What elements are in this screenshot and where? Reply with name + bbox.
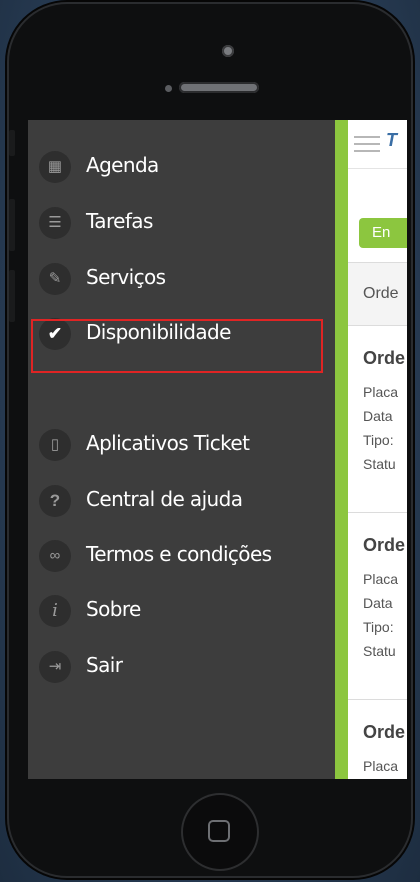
order-field: Tipo: <box>363 432 394 448</box>
menu-item-label: Agenda <box>86 153 159 177</box>
glasses-icon: ∞ <box>39 540 71 572</box>
menu-item-label: Aplicativos Ticket <box>86 431 250 455</box>
order-field: Statu <box>363 643 396 659</box>
checklist-icon: ☰ <box>39 207 71 239</box>
exit-icon: ⇥ <box>39 651 71 683</box>
divider <box>348 168 407 169</box>
order-field: Placa <box>363 758 399 774</box>
volume-up-button <box>9 199 15 251</box>
info-icon: i <box>39 595 71 627</box>
home-square-icon <box>208 820 230 842</box>
list-item[interactable]: Orde Placa <box>348 700 407 779</box>
front-camera <box>222 45 234 57</box>
phone-frame: ▦ Agenda ☰ Tarefas ✎ Serviços ✔ Disponib… <box>7 2 413 878</box>
list-item[interactable]: Orde Placa Data Tipo: Statu <box>348 326 407 512</box>
mute-switch <box>9 130 15 156</box>
menu-item-central-de-ajuda[interactable]: ? Central de ajuda <box>28 474 335 526</box>
menu-item-label: Termos e condições <box>86 542 272 566</box>
order-field: Placa <box>363 384 399 400</box>
order-field: Statu <box>363 456 396 472</box>
hamburger-menu-icon[interactable] <box>354 136 380 154</box>
selection-highlight <box>31 319 323 373</box>
list-item[interactable]: Orde Placa Data Tipo: Statu <box>348 513 407 699</box>
order-title: Orde <box>363 722 406 742</box>
menu-item-label: Central de ajuda <box>86 487 243 511</box>
order-title: Orde <box>363 348 406 368</box>
volume-down-button <box>9 270 15 322</box>
order-title: Orde <box>363 535 406 555</box>
proximity-sensor <box>165 85 172 92</box>
order-field: Tipo: <box>363 619 394 635</box>
phone-icon: ▯ <box>39 429 71 461</box>
home-button[interactable] <box>181 793 259 871</box>
menu-item-servicos[interactable]: ✎ Serviços <box>28 252 335 304</box>
order-field: Placa <box>363 571 399 587</box>
calendar-icon: ▦ <box>39 151 71 183</box>
earpiece-speaker <box>179 82 259 93</box>
drawer-edge-accent <box>335 120 348 779</box>
wrench-icon: ✎ <box>39 263 71 295</box>
menu-item-tarefas[interactable]: ☰ Tarefas <box>28 196 335 248</box>
main-content-panel[interactable]: T En Orde Orde Placa Data Tipo: Statu Or… <box>348 120 407 779</box>
menu-item-label: Tarefas <box>86 209 153 233</box>
navigation-drawer: ▦ Agenda ☰ Tarefas ✎ Serviços ✔ Disponib… <box>28 120 335 779</box>
list-header: Orde <box>348 263 407 325</box>
menu-item-label: Serviços <box>86 265 166 289</box>
menu-item-label: Sair <box>86 653 123 677</box>
app-logo: T <box>386 130 397 150</box>
app-screen: ▦ Agenda ☰ Tarefas ✎ Serviços ✔ Disponib… <box>28 120 407 779</box>
primary-action-button[interactable]: En <box>359 218 407 248</box>
menu-item-aplicativos-ticket[interactable]: ▯ Aplicativos Ticket <box>28 418 335 470</box>
menu-item-sobre[interactable]: i Sobre <box>28 584 335 636</box>
question-icon: ? <box>39 485 71 517</box>
list-header-label: Orde <box>363 285 399 302</box>
menu-item-agenda[interactable]: ▦ Agenda <box>28 140 335 192</box>
menu-item-termos-e-condicoes[interactable]: ∞ Termos e condições <box>28 529 335 581</box>
order-field: Data <box>363 408 393 424</box>
menu-item-sair[interactable]: ⇥ Sair <box>28 640 335 692</box>
order-field: Data <box>363 595 393 611</box>
menu-item-label: Sobre <box>86 597 141 621</box>
